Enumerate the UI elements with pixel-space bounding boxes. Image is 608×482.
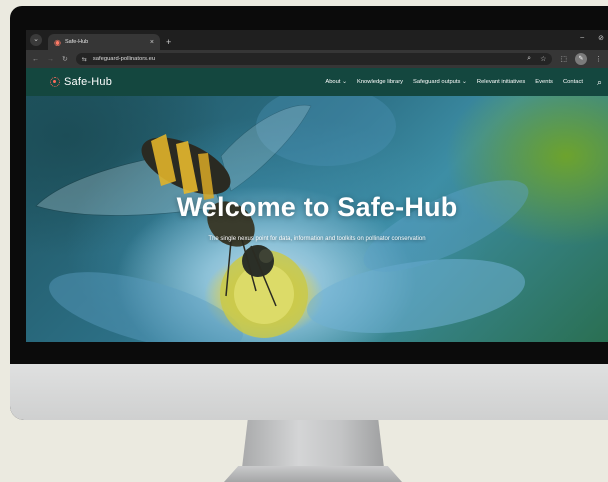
- new-tab-button[interactable]: +: [166, 37, 171, 47]
- hero-title: Welcome to Safe-Hub: [176, 192, 458, 222]
- tab-strip: ⌄ ◉ Safe-Hub × + – ⊘: [26, 30, 608, 50]
- nav-relevant-initiatives[interactable]: Relevant initiatives: [477, 79, 525, 85]
- hero-banner: Welcome to Safe-Hub The single nexus poi…: [26, 96, 608, 342]
- url-text[interactable]: safeguard-pollinators.eu: [93, 56, 521, 62]
- nav-events[interactable]: Events: [535, 79, 553, 85]
- site-search-icon[interactable]: ⌕: [597, 77, 602, 88]
- nav-knowledge-library[interactable]: Knowledge library: [357, 79, 403, 85]
- reload-icon[interactable]: ↻: [62, 55, 68, 63]
- monitor-stand-base: [224, 466, 402, 482]
- address-bar[interactable]: ⇆ safeguard-pollinators.eu ⌕ ☆: [75, 53, 553, 65]
- site-header: Safe-Hub About ⌄ Knowledge library Safeg…: [26, 68, 608, 96]
- forward-icon[interactable]: →: [47, 56, 54, 63]
- more-menu-icon[interactable]: ⋮: [595, 55, 602, 63]
- tab-search-icon[interactable]: ⌄: [30, 34, 42, 46]
- nav-contact[interactable]: Contact: [563, 79, 583, 85]
- browser-toolbar: ← → ↻ ⇆ safeguard-pollinators.eu ⌕ ☆ ⬚ ✎…: [26, 50, 608, 68]
- monitor-chin: [10, 364, 608, 420]
- window-close-icon[interactable]: ⊘: [598, 34, 604, 42]
- site-favicon-icon: ◉: [54, 37, 61, 47]
- monitor-stand: [242, 420, 384, 468]
- browser-window: ⌄ ◉ Safe-Hub × + – ⊘ ← → ↻ ⇆ safeguard-p…: [26, 30, 608, 342]
- tab-title: Safe-Hub: [64, 39, 89, 45]
- logo-mark-icon: [50, 77, 60, 87]
- nav-about[interactable]: About ⌄: [325, 79, 347, 85]
- logo-text: Safe-Hub: [64, 76, 113, 88]
- extensions-icon[interactable]: ⬚: [560, 55, 567, 63]
- back-icon[interactable]: ←: [32, 56, 39, 63]
- minimize-icon[interactable]: –: [580, 34, 584, 42]
- main-nav: About ⌄ Knowledge library Safeguard outp…: [325, 79, 583, 85]
- nav-safeguard-outputs[interactable]: Safeguard outputs ⌄: [413, 79, 467, 85]
- hero-subtitle: The single nexus point for data, informa…: [208, 236, 426, 242]
- site-logo[interactable]: Safe-Hub: [50, 76, 112, 88]
- zoom-icon[interactable]: ⌕: [527, 55, 531, 63]
- tab-close-icon[interactable]: ×: [150, 39, 154, 46]
- bookmark-icon[interactable]: ☆: [540, 55, 546, 63]
- site-info-icon[interactable]: ⇆: [82, 56, 87, 63]
- profile-avatar[interactable]: ✎: [575, 53, 587, 65]
- browser-tab[interactable]: ◉ Safe-Hub ×: [48, 34, 160, 50]
